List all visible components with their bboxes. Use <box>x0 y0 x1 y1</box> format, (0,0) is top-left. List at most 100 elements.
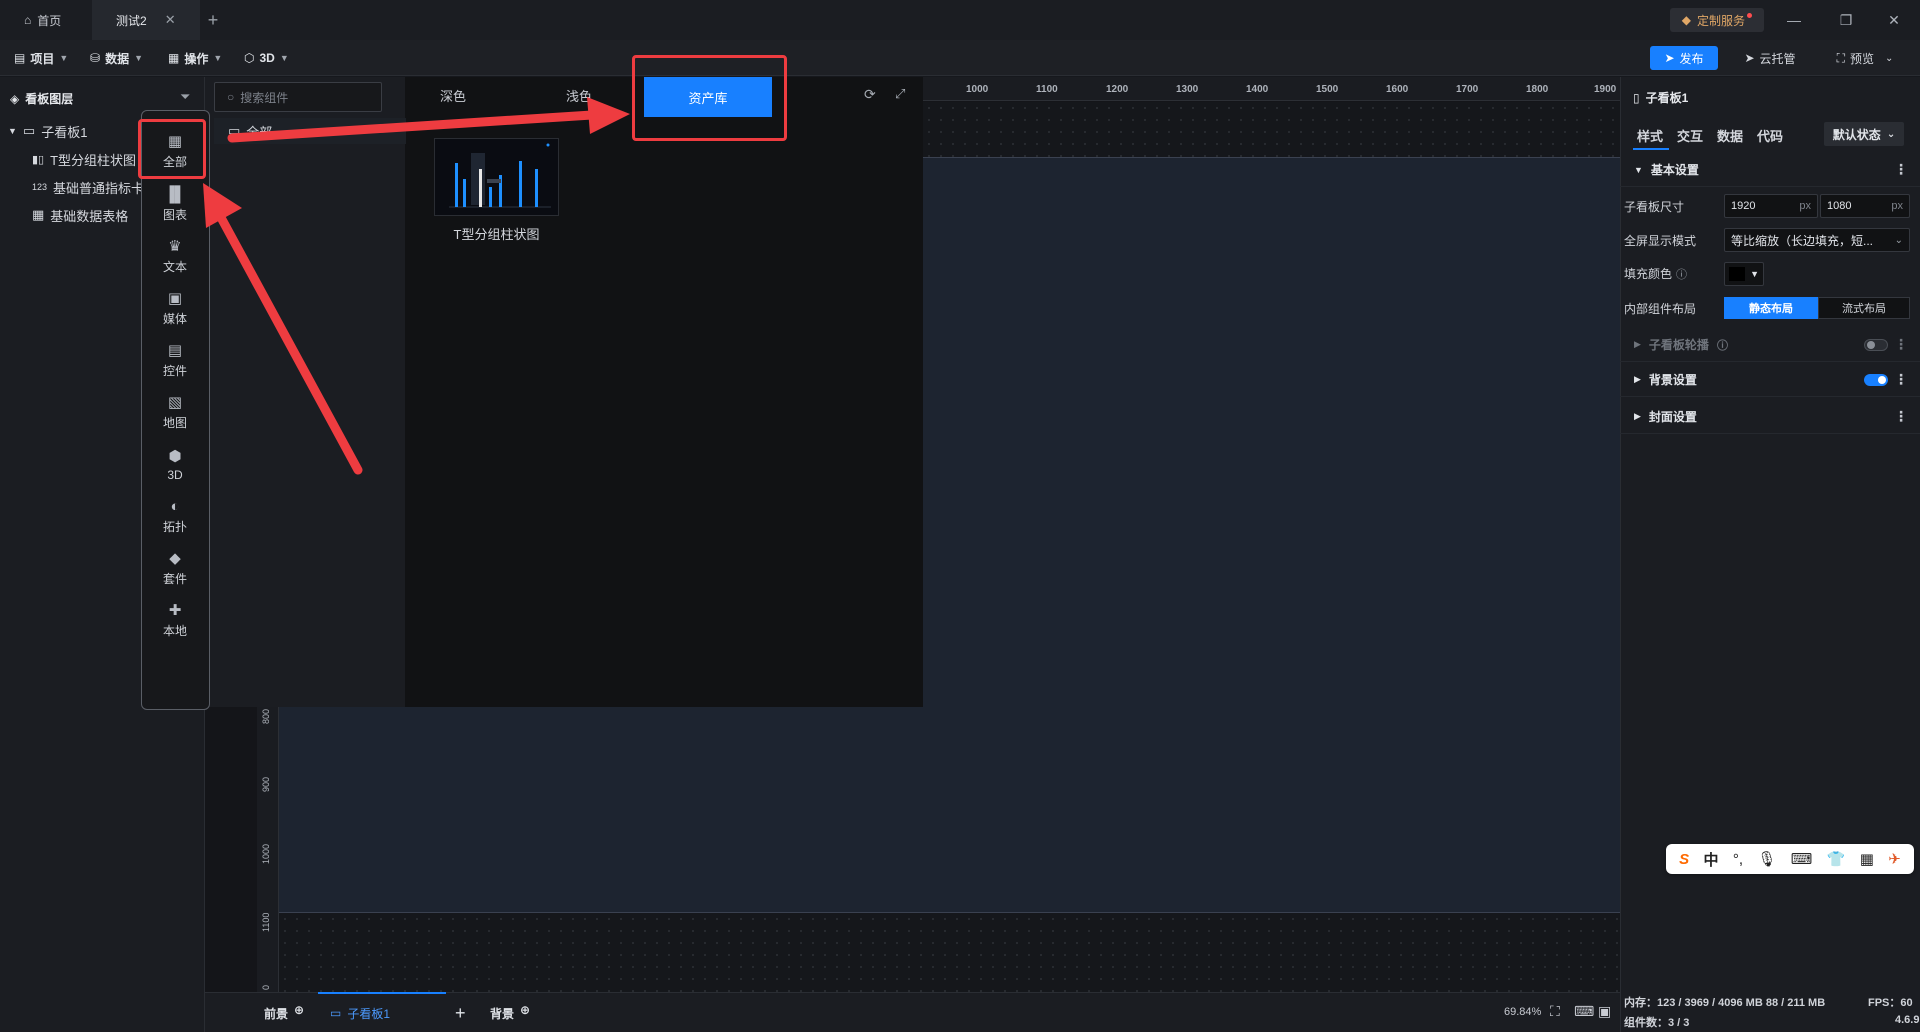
sogou-logo-icon[interactable]: S <box>1679 851 1689 868</box>
asset-thumbnail[interactable] <box>434 138 559 216</box>
version-label: 4.6.9 <box>1895 1014 1920 1026</box>
category-all[interactable]: ▦ 全部 <box>150 127 200 175</box>
section-basic-settings[interactable]: ▼ 基本设置 ⋮ <box>1620 153 1920 187</box>
menu-data[interactable]: ⛁ 数据 ▼ <box>90 40 143 76</box>
expand-icon[interactable]: ⤢ <box>895 86 905 102</box>
skin-icon[interactable]: 👕 <box>1827 850 1846 868</box>
section-background[interactable]: ▶ 背景设置 ⋮ <box>1620 363 1920 397</box>
more-icon[interactable]: ⋮ <box>1894 408 1908 425</box>
add-board-button[interactable]: + <box>455 1003 466 1024</box>
toolbox-icon[interactable]: ▦ <box>1860 850 1874 868</box>
publish-button[interactable]: ➤ 发布 <box>1650 46 1718 70</box>
terminal-icon[interactable]: ▣ <box>1598 1003 1611 1020</box>
close-window-button[interactable]: ✕ <box>1868 0 1920 40</box>
tab-code[interactable]: 代码 <box>1757 126 1783 145</box>
fill-color-picker[interactable]: ▼ <box>1724 262 1764 286</box>
search-input[interactable]: ○ 搜索组件 <box>214 82 382 112</box>
category-kit[interactable]: ◆ 套件 <box>150 544 200 592</box>
monitor-icon: ▭ <box>22 123 36 138</box>
category-map[interactable]: ▧ 地图 <box>150 388 200 436</box>
component-sidebar <box>205 77 405 707</box>
ruler-tick: 1100 <box>261 912 271 932</box>
keyboard-icon[interactable]: ⌨ <box>1574 1003 1594 1020</box>
restore-icon: ❐ <box>1839 11 1853 28</box>
microphone-icon[interactable]: 🎙 <box>1757 850 1776 868</box>
tab-dark-theme[interactable]: 深色 <box>440 86 466 105</box>
fullscreen-mode-select[interactable]: 等比缩放（长边填充，短... ⌄ <box>1724 228 1910 252</box>
more-icon[interactable]: ⋮ <box>1894 161 1908 178</box>
dashboard-board[interactable] <box>279 707 923 912</box>
minimize-button[interactable]: — <box>1768 0 1820 40</box>
height-input[interactable]: 1080 px <box>1820 194 1910 218</box>
tab-style[interactable]: 样式 <box>1637 126 1663 145</box>
toggle-knob <box>1878 376 1886 384</box>
layer-item-bar-chart[interactable]: ▮▯ T型分组柱状图 <box>32 146 142 172</box>
category-label: 套件 <box>162 572 187 586</box>
kit-icon: ◆ <box>169 550 181 567</box>
ruler-tick: 1700 <box>1456 84 1479 95</box>
layout-static-option[interactable]: 静态布局 <box>1724 297 1818 319</box>
background-toggle[interactable] <box>1864 374 1888 386</box>
caret-down-icon: ▼ <box>8 126 17 136</box>
section-carousel[interactable]: ▶ 子看板轮播 ⓘ ⋮ <box>1620 328 1920 362</box>
add-tab-button[interactable]: + <box>200 0 226 40</box>
tab-asset-library[interactable]: 资产库 <box>644 77 772 117</box>
field-label: 内部组件布局 <box>1624 302 1697 316</box>
cloud-hosting-button[interactable]: ➤ 云托管 <box>1734 46 1806 70</box>
menu-3d[interactable]: ⬡ 3D ▼ <box>244 40 289 76</box>
preview-button[interactable]: ⛶ 预览 ⌄ <box>1822 46 1908 70</box>
restore-button[interactable]: ❐ <box>1820 0 1872 40</box>
asset-label[interactable]: T型分组柱状图 <box>434 224 559 243</box>
punctuation-icon[interactable]: °, <box>1733 851 1743 868</box>
category-topology[interactable]: ◐ 拓扑 <box>150 492 200 540</box>
category-media[interactable]: ▣ 媒体 <box>150 284 200 332</box>
more-icon[interactable]: ⋮ <box>1894 371 1908 388</box>
carousel-toggle[interactable] <box>1864 339 1888 351</box>
mascot-icon[interactable]: ✈ <box>1888 850 1901 868</box>
tab-light-theme[interactable]: 浅色 <box>566 86 592 105</box>
layer-item-indicator-card[interactable]: 123 基础普通指标卡 <box>32 174 142 200</box>
text-icon: ♛ <box>168 238 182 255</box>
add-circle-icon[interactable]: ⊕ <box>520 1003 530 1017</box>
close-icon[interactable]: ✕ <box>165 12 176 28</box>
tab-data[interactable]: 数据 <box>1717 126 1743 145</box>
menu-project-label: 项目 <box>30 51 55 66</box>
folder-all[interactable]: ▭ 全部 <box>214 118 406 144</box>
menu-operation[interactable]: ▦ 操作 ▼ <box>168 40 222 76</box>
filter-icon[interactable]: ⏷ <box>180 89 190 105</box>
custom-service-button[interactable]: ◆ 定制服务 <box>1669 8 1764 32</box>
memory-status: 内存：123 / 3969 / 4096 MB 88 / 211 MB <box>1624 997 1826 1009</box>
refresh-icon[interactable]: ⟳ <box>864 86 876 103</box>
more-icon[interactable]: ⋮ <box>1894 336 1908 353</box>
caret-right-icon: ▶ <box>1634 339 1641 349</box>
ime-language[interactable]: 中 <box>1704 849 1719 870</box>
fit-screen-icon[interactable]: ⛶ <box>1550 1003 1560 1020</box>
zoom-level[interactable]: 69.84% <box>1504 1006 1541 1018</box>
menu-project[interactable]: ▤ 项目 ▼ <box>14 40 68 76</box>
category-label: 本地 <box>162 624 187 638</box>
foreground-layer[interactable]: 前景 ⊕ <box>264 1003 304 1022</box>
category-widget[interactable]: ▤ 控件 <box>150 336 200 384</box>
layer-item-board[interactable]: ▼ ▭ 子看板1 <box>8 118 148 144</box>
category-chart[interactable]: ▐▌ 图表 <box>150 180 200 228</box>
width-value: 1920 <box>1731 200 1756 212</box>
tab-home[interactable]: ⌂ 首页 <box>0 0 92 40</box>
ruler-tick: 1100 <box>1036 84 1058 95</box>
dashboard-board[interactable] <box>923 157 1620 912</box>
help-icon[interactable]: ⓘ <box>1676 266 1687 282</box>
layout-flow-option[interactable]: 流式布局 <box>1818 297 1910 319</box>
keyboard-icon[interactable]: ⌨ <box>1791 850 1813 868</box>
sub-board-tab[interactable]: ▭ 子看板1 <box>318 992 446 1032</box>
layer-panel-title-label: 看板图层 <box>25 92 74 106</box>
category-3d[interactable]: ⬢ 3D <box>150 440 200 488</box>
add-circle-icon[interactable]: ⊕ <box>294 1003 304 1017</box>
media-icon: ▣ <box>167 290 183 307</box>
category-text[interactable]: ♛ 文本 <box>150 232 200 280</box>
tab-test2[interactable]: 测试2 ✕ <box>92 0 200 40</box>
section-cover[interactable]: ▶ 封面设置 ⋮ <box>1620 400 1920 434</box>
background-layer[interactable]: 背景 ⊕ <box>490 1003 530 1022</box>
tab-interaction[interactable]: 交互 <box>1677 126 1703 145</box>
state-select[interactable]: 默认状态 ⌄ <box>1824 122 1904 146</box>
width-input[interactable]: 1920 px <box>1724 194 1818 218</box>
category-local[interactable]: ✚ 本地 <box>150 596 200 644</box>
